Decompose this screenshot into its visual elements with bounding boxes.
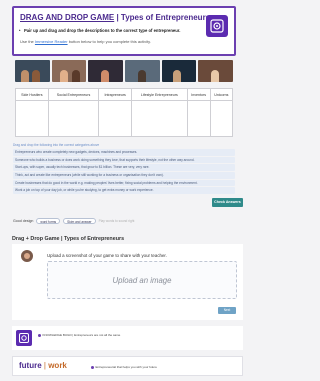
category-header: Inventors: [186, 88, 211, 101]
draggable-statement[interactable]: Work a job on top of your day job, or wh…: [13, 187, 235, 194]
upload-card: Upload a screenshot of your game to shar…: [12, 244, 243, 320]
statement-list: Entrepreneurs who create completely new …: [13, 149, 235, 195]
footer-text: Entrepreneurial that helps you with your…: [91, 365, 157, 369]
category-header: Intrapreneurs: [98, 88, 133, 101]
entrepreneur-photos: [15, 60, 234, 82]
future-work-logo: future | work: [19, 361, 67, 370]
future-work-row[interactable]: future | work Entrepreneurial that helps…: [12, 356, 243, 376]
drop-target[interactable]: [209, 100, 234, 137]
draggable-statement[interactable]: Think, act and create like entrepreneurs…: [13, 172, 235, 179]
category-header: Unicorns: [209, 88, 234, 101]
photo-2: [51, 60, 87, 82]
puzzle-icon: [206, 15, 228, 37]
drop-target[interactable]: [15, 100, 49, 137]
photo-5: [161, 60, 197, 82]
knowledge-build-row[interactable]: KNOWLEDGE BUILD | Entrepreneurs are not …: [12, 326, 243, 350]
activity-instruction: Pair up and drag and drop the descriptio…: [19, 28, 180, 33]
teacher-avatar: [21, 250, 33, 262]
draggable-statement[interactable]: Create businesses that do good in the wo…: [13, 179, 235, 187]
puzzle-icon: [16, 330, 32, 346]
immersive-reader-link[interactable]: Immersive Reader: [35, 39, 68, 44]
draggable-statement[interactable]: Someone who builds a business or does wo…: [13, 156, 235, 164]
draggable-statement[interactable]: Entrepreneurs who create completely new …: [13, 149, 235, 156]
upload-section-title: Drag + Drop Game | Types of Entrepreneur…: [12, 236, 125, 242]
photo-6: [198, 60, 234, 82]
tools-label: Good design: [13, 219, 34, 223]
draggable-statement[interactable]: Start-ups, with super, usually tech busi…: [13, 164, 235, 171]
image-upload-zone[interactable]: Upload an image: [47, 261, 237, 299]
check-answers-button[interactable]: Check Answers: [212, 198, 243, 207]
knowledge-build-text: KNOWLEDGE BUILD | Entrepreneurs are not …: [38, 333, 121, 337]
page: DRAG AND DROP GAME | Types of Entreprene…: [0, 0, 248, 381]
upload-zone-label: Upload an image: [112, 275, 172, 285]
drop-target[interactable]: [47, 100, 100, 137]
photo-1: [15, 60, 50, 82]
photo-4: [125, 60, 160, 82]
activity-note: Use the Immersive Reader button below to…: [20, 39, 151, 44]
drop-target[interactable]: [98, 100, 133, 137]
category-table: Side Hustlers Social Entrepreneurs Intra…: [15, 88, 234, 137]
photo-3: [88, 60, 124, 82]
category-header: Side Hustlers: [15, 88, 49, 101]
category-header: Lifestyle Entrepreneurs: [131, 88, 188, 101]
category-header: Social Entrepreneurs: [47, 88, 100, 101]
tools-faint-text: Play words to sound right: [98, 219, 135, 223]
tool-pill-skim[interactable]: Skim and answer: [63, 218, 96, 224]
tool-pill-word-forms[interactable]: word forms: [36, 218, 61, 224]
tools-row: Good design word forms Skim and answer P…: [13, 218, 134, 224]
activity-title: DRAG AND DROP GAME | Types of Entreprene…: [20, 13, 211, 22]
upload-prompt: Upload a screenshot of your game to shar…: [47, 253, 167, 258]
drop-target[interactable]: [131, 100, 188, 137]
activity-header-card: DRAG AND DROP GAME | Types of Entreprene…: [12, 6, 236, 56]
next-button[interactable]: Next: [218, 307, 236, 314]
drop-target[interactable]: [186, 100, 211, 137]
statements-hint: Drag and drop the following into the cor…: [13, 143, 100, 147]
